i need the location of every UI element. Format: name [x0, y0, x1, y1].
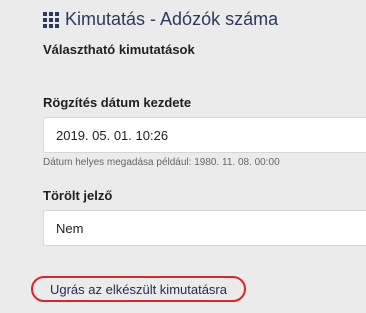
deleted-flag-select[interactable]: Nem — [43, 210, 366, 246]
deleted-flag-value: Nem — [56, 220, 84, 236]
grid-icon — [43, 11, 59, 28]
go-to-report-link[interactable]: Ugrás az elkészült kimutatásra — [50, 282, 227, 297]
deleted-flag-label: Törölt jelző — [43, 188, 113, 203]
start-date-label: Rögzítés dátum kezdete — [43, 95, 192, 110]
section-subtitle: Választható kimutatások — [43, 42, 195, 57]
start-date-value: 2019. 05. 01. 10:26 — [56, 127, 169, 143]
page-title: Kimutatás - Adózók száma — [65, 9, 279, 29]
start-date-field[interactable]: 2019. 05. 01. 10:26 — [43, 117, 366, 153]
page-header: Kimutatás - Adózók száma — [43, 9, 278, 30]
link-highlight: Ugrás az elkészült kimutatásra — [31, 276, 246, 302]
start-date-hint: Dátum helyes megadása például: 1980. 11.… — [43, 157, 280, 168]
